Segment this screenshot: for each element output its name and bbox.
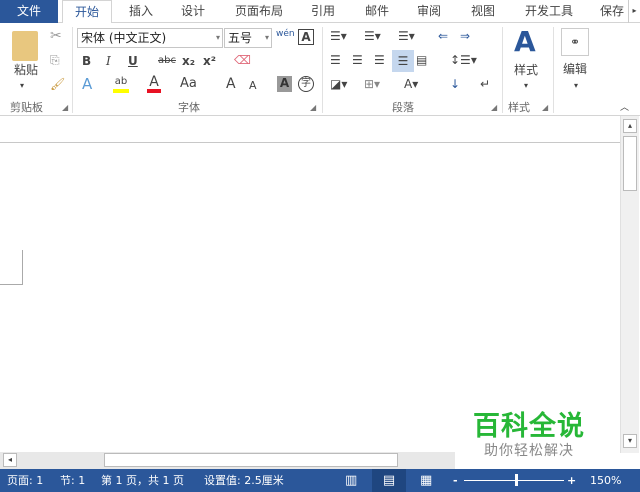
status-section[interactable]: 节: 1 bbox=[60, 469, 85, 492]
styles-group-label: 样式 bbox=[508, 101, 530, 114]
align-left-icon[interactable]: ☰ bbox=[330, 53, 341, 67]
web-layout-icon[interactable]: ▦ bbox=[420, 469, 432, 492]
tab-layout[interactable]: 页面布局 bbox=[228, 0, 290, 23]
highlight-color-icon[interactable]: ab bbox=[113, 75, 129, 93]
distributed-icon[interactable]: ▤ bbox=[416, 53, 427, 67]
font-color-icon[interactable]: A bbox=[147, 75, 161, 93]
zoom-slider[interactable] bbox=[464, 480, 564, 481]
cut-icon[interactable]: ✂ bbox=[50, 29, 62, 43]
shading-icon[interactable]: ◪▾ bbox=[330, 77, 347, 91]
decrease-indent-icon[interactable]: ⇐ bbox=[438, 29, 448, 43]
paste-button[interactable]: 粘贴 bbox=[11, 63, 41, 77]
superscript-button[interactable]: x² bbox=[203, 54, 216, 68]
read-mode-icon[interactable]: ▥ bbox=[345, 469, 357, 492]
show-marks-icon[interactable]: ↵ bbox=[480, 77, 490, 91]
ribbon: 粘贴 ▾ ✂ ⎘ 🖌 剪贴板 ◢ 宋体 (中文正文) ▾ 五号 ▾ wén A B … bbox=[0, 23, 640, 116]
tab-view[interactable]: 视图 bbox=[462, 0, 504, 23]
tab-mailings[interactable]: 邮件 bbox=[356, 0, 398, 23]
tab-save[interactable]: 保存 bbox=[596, 0, 628, 23]
chevron-down-icon: ▾ bbox=[264, 33, 269, 42]
bold-button[interactable]: B bbox=[82, 54, 91, 68]
paragraph-group-label: 段落 bbox=[392, 101, 414, 114]
watermark-subtitle: 助你轻松解决 bbox=[484, 443, 574, 459]
grow-font-button[interactable]: A bbox=[226, 77, 236, 91]
align-right-icon[interactable]: ☰ bbox=[374, 53, 385, 67]
scroll-up-icon[interactable]: ▴ bbox=[623, 119, 637, 133]
clipboard-group-label: 剪贴板 bbox=[10, 101, 43, 114]
bullets-icon[interactable]: ☰▾ bbox=[330, 29, 347, 43]
multilevel-list-icon[interactable]: ☰▾ bbox=[398, 29, 415, 43]
font-group-label: 字体 bbox=[178, 101, 200, 114]
subscript-button[interactable]: x₂ bbox=[182, 54, 195, 68]
zoom-in-button[interactable]: + bbox=[567, 469, 576, 492]
print-layout-icon[interactable]: ▤ bbox=[372, 469, 406, 492]
italic-button[interactable]: I bbox=[106, 54, 111, 68]
find-binoculars-icon[interactable]: ⚭ bbox=[561, 28, 589, 56]
chevron-down-icon: ▾ bbox=[524, 81, 529, 90]
status-bar: 页面: 1 节: 1 第 1 页，共 1 页 设置值: 2.5厘米 ▥ ▤ ▦ … bbox=[0, 469, 640, 492]
font-name-combo[interactable]: 宋体 (中文正文) ▾ bbox=[77, 28, 223, 48]
align-center-icon[interactable]: ☰ bbox=[352, 53, 363, 67]
borders-icon[interactable]: ⊞▾ bbox=[364, 77, 380, 91]
zoom-level[interactable]: 150% bbox=[590, 469, 621, 492]
chevron-down-icon: ▾ bbox=[574, 81, 579, 90]
font-size-combo[interactable]: 五号 ▾ bbox=[224, 28, 272, 48]
underline-button[interactable]: U bbox=[128, 54, 138, 68]
character-shading-button[interactable]: A bbox=[277, 76, 292, 92]
paste-icon[interactable] bbox=[12, 31, 38, 61]
tab-home[interactable]: 开始 bbox=[62, 0, 112, 24]
shrink-font-button[interactable]: A bbox=[249, 79, 257, 93]
sort-icon[interactable]: ↓ bbox=[450, 77, 460, 91]
font-launcher-icon[interactable]: ◢ bbox=[310, 103, 316, 112]
enclose-characters-button[interactable]: 字 bbox=[298, 76, 314, 92]
text-effects-icon[interactable]: A bbox=[82, 77, 92, 92]
clipboard-launcher-icon[interactable]: ◢ bbox=[62, 103, 68, 112]
format-painter-icon[interactable]: 🖌 bbox=[50, 77, 65, 91]
character-border-icon[interactable]: A bbox=[298, 29, 314, 45]
vertical-scroll-thumb[interactable] bbox=[623, 136, 637, 191]
clear-formatting-icon[interactable]: ⌫ bbox=[234, 53, 251, 67]
collapse-ribbon-icon[interactable]: ︿ bbox=[620, 101, 629, 115]
status-setting[interactable]: 设置值: 2.5厘米 bbox=[204, 469, 284, 492]
page-top-edge bbox=[0, 142, 620, 143]
font-name-value: 宋体 (中文正文) bbox=[81, 31, 167, 45]
increase-indent-icon[interactable]: ⇒ bbox=[460, 29, 470, 43]
zoom-out-button[interactable]: - bbox=[453, 469, 458, 492]
scroll-left-icon[interactable]: ◂ bbox=[3, 453, 17, 467]
tab-developer[interactable]: 开发工具 bbox=[518, 0, 580, 23]
tab-scroll-right-icon[interactable]: ▸ bbox=[628, 0, 640, 23]
chevron-down-icon: ▾ bbox=[215, 33, 220, 42]
change-case-button[interactable]: Aa bbox=[180, 77, 197, 91]
numbering-icon[interactable]: ☰▾ bbox=[364, 29, 381, 43]
vertical-scrollbar[interactable]: ▴ ▾ bbox=[620, 116, 639, 453]
page-corner-marker bbox=[0, 250, 23, 285]
copy-icon[interactable]: ⎘ bbox=[50, 53, 60, 67]
phonetic-guide-icon[interactable]: wén bbox=[276, 27, 295, 41]
styles-button[interactable]: 样式 bbox=[514, 63, 538, 77]
scroll-down-icon[interactable]: ▾ bbox=[623, 434, 637, 448]
tab-review[interactable]: 审阅 bbox=[408, 0, 450, 23]
line-spacing-icon[interactable]: ↕☰▾ bbox=[450, 53, 477, 67]
watermark-title: 百科全说 bbox=[473, 411, 585, 442]
tab-file[interactable]: 文件 bbox=[0, 0, 58, 23]
paragraph-launcher-icon[interactable]: ◢ bbox=[491, 103, 497, 112]
font-size-value: 五号 bbox=[228, 31, 253, 45]
zoom-slider-thumb[interactable] bbox=[515, 474, 518, 486]
styles-launcher-icon[interactable]: ◢ bbox=[542, 103, 548, 112]
status-page[interactable]: 页面: 1 bbox=[7, 469, 43, 492]
status-page-count[interactable]: 第 1 页，共 1 页 bbox=[101, 469, 184, 492]
ribbon-tabs: 文件 开始 插入 设计 页面布局 引用 邮件 审阅 视图 开发工具 保存 ▸ bbox=[0, 0, 640, 24]
editing-button[interactable]: 编辑 bbox=[563, 62, 587, 76]
tab-references[interactable]: 引用 bbox=[302, 0, 344, 23]
styles-icon[interactable]: A bbox=[514, 27, 536, 57]
tab-insert[interactable]: 插入 bbox=[120, 0, 162, 23]
horizontal-scroll-thumb[interactable] bbox=[104, 453, 398, 467]
strikethrough-button[interactable]: abc bbox=[158, 54, 176, 68]
justify-icon[interactable]: ☰ bbox=[392, 50, 414, 72]
asian-layout-icon[interactable]: A▾ bbox=[404, 77, 418, 91]
paste-dropdown-icon[interactable]: ▾ bbox=[20, 79, 24, 93]
tab-design[interactable]: 设计 bbox=[172, 0, 214, 23]
